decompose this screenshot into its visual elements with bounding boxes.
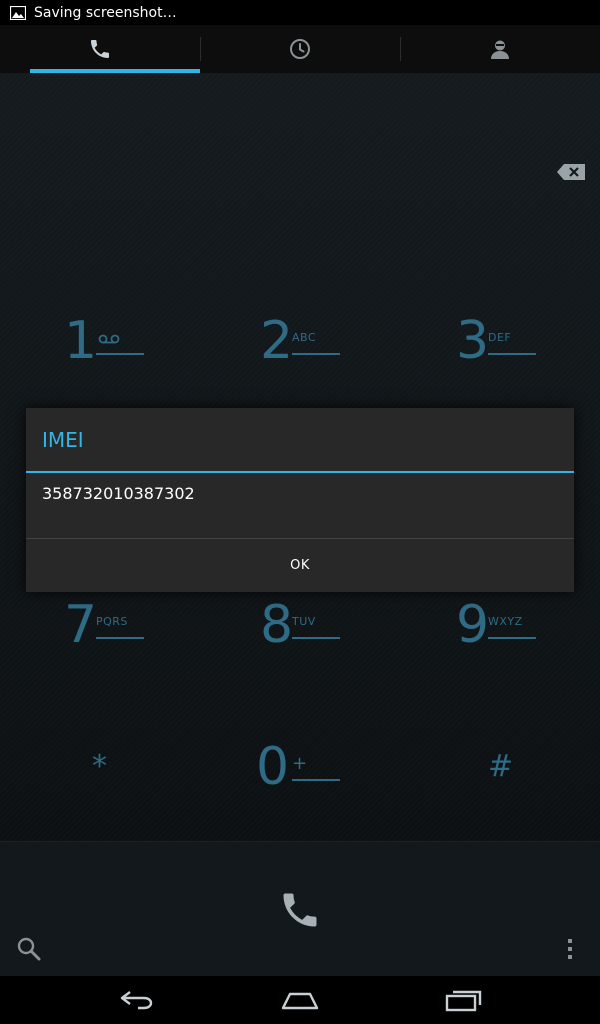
navigation-bar [0,976,600,1024]
ok-button[interactable]: OK [26,539,574,592]
tab-call-log[interactable] [200,25,400,73]
image-icon [10,5,26,20]
status-notification-text: Saving screenshot… [34,4,177,21]
clock-icon [290,39,310,59]
search-icon[interactable] [16,936,42,962]
dialog-message: 358732010387302 [42,484,195,503]
call-icon[interactable] [278,888,322,932]
imei-dialog: IMEI 358732010387302 OK [26,408,574,592]
dialer-action-bar [0,841,600,977]
tab-bar [0,25,600,74]
home-icon[interactable] [280,986,320,1014]
screen: Saving screenshot… 1 2 ABC 3 DEF 7 PQRS … [0,0,600,1024]
overflow-menu-icon[interactable] [566,938,574,960]
tab-contacts[interactable] [400,25,600,73]
contact-icon [491,40,509,59]
dialog-title-divider [26,471,574,473]
dialog-title: IMEI [42,428,84,452]
tab-phone[interactable] [0,25,200,73]
status-bar: Saving screenshot… [0,0,600,25]
recents-icon[interactable] [444,986,484,1014]
phone-icon [91,40,109,58]
back-icon[interactable] [118,986,158,1014]
